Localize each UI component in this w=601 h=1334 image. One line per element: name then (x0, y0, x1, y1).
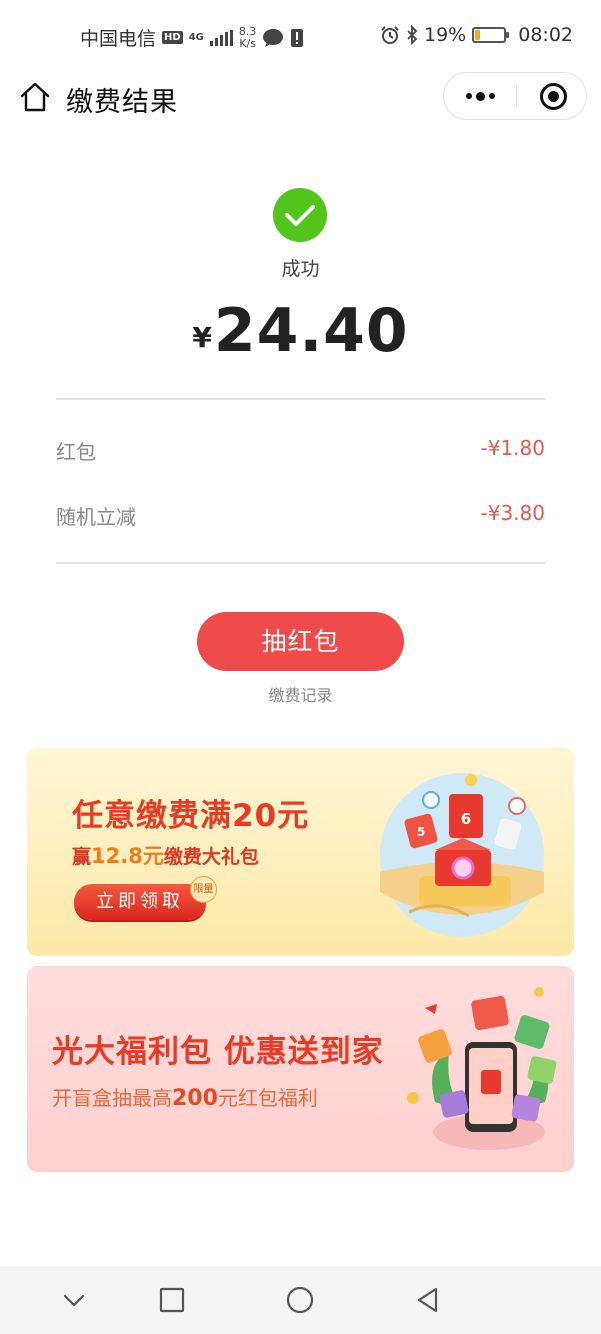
payment-record-link[interactable]: 缴费记录 (0, 682, 601, 706)
battery-percent: 19% (424, 24, 467, 46)
battery-level (475, 30, 481, 40)
battery-icon (472, 27, 510, 43)
currency-symbol: ¥ (192, 321, 212, 354)
claim-now-button[interactable]: 立即领取 (74, 884, 206, 920)
divider (56, 562, 545, 564)
miniprogram-capsule (443, 72, 587, 120)
alarm-icon (381, 26, 399, 44)
bluetooth-icon (407, 25, 418, 45)
promo-banner-welfare[interactable]: 光大福利包 优惠送到家 开盲盒抽最高200元红包福利 (27, 966, 574, 1172)
discount-row-random-off: 随机立减 -¥3.80 (56, 501, 545, 531)
svg-text:5: 5 (417, 825, 425, 839)
status-bar: 中国电信 HD 4G 8.3 K/s 19% 08:02 (0, 0, 601, 72)
page-title: 缴费结果 (66, 87, 178, 118)
status-left: 中国电信 HD 4G 8.3 K/s (80, 24, 304, 51)
network-speed: 8.3 K/s (238, 24, 257, 50)
banner-title: 光大福利包 优惠送到家 (52, 1034, 384, 1070)
home-icon[interactable] (18, 80, 52, 114)
message-icon (263, 28, 284, 47)
status-right: 19% 08:02 (380, 24, 573, 46)
banner-sub-highlight: 12.8元 (91, 844, 164, 868)
limited-badge: 限量 (190, 876, 217, 903)
recent-apps-icon[interactable] (156, 1284, 188, 1316)
more-button[interactable] (444, 73, 516, 119)
discount-value: -¥1.80 (480, 436, 545, 460)
capsule-divider (516, 85, 517, 107)
discount-label: 红包 (56, 440, 96, 464)
banner-sub-prefix: 赢 (72, 846, 92, 868)
amount-value: 24.40 (213, 296, 409, 366)
banner-sub-suffix: 缴费大礼包 (163, 846, 259, 868)
promo-banner-payment-gift[interactable]: 任意缴费满20元 赢12.8元缴费大礼包 立即领取 限量 6 5 (27, 748, 574, 956)
success-check-icon (273, 188, 327, 242)
banner-sub-highlight: 200 (172, 1086, 218, 1111)
speed-value: 8.3 (238, 24, 257, 38)
chevron-down-icon[interactable] (58, 1284, 90, 1316)
close-miniprogram-icon[interactable] (540, 83, 567, 110)
banner-subtitle: 开盲盒抽最高200元红包福利 (52, 1082, 318, 1111)
banner-sub-prefix: 开盲盒抽最高 (52, 1086, 172, 1110)
banner-title: 任意缴费满20元 (72, 798, 310, 834)
banner-sub-suffix: 元红包福利 (217, 1086, 318, 1110)
network-type: 4G (188, 32, 204, 43)
discount-value: -¥3.80 (480, 501, 545, 525)
divider (56, 398, 545, 400)
discount-label: 随机立减 (56, 505, 136, 529)
nav-bar: 缴费结果 (0, 72, 601, 124)
carrier-name: 中国电信 (80, 28, 157, 50)
system-nav-bar (0, 1266, 601, 1334)
gift-box-illustration: 6 5 (380, 773, 544, 937)
hd-icon: HD (162, 31, 183, 44)
banner-subtitle: 赢12.8元缴费大礼包 (72, 840, 259, 870)
discount-row-red-packet: 红包 -¥1.80 (56, 436, 545, 466)
home-circle-icon[interactable] (284, 1284, 316, 1316)
draw-red-packet-button[interactable]: 抽红包 (197, 612, 404, 671)
back-triangle-icon[interactable] (412, 1284, 444, 1316)
payment-status: 成功 (281, 258, 320, 280)
speed-unit: K/s (239, 36, 256, 50)
signal-icon (209, 29, 233, 46)
payment-record-label[interactable]: 缴费记录 (268, 686, 332, 705)
paid-amount: ¥24.40 (0, 296, 601, 366)
phone-coupon-illustration (407, 987, 557, 1150)
clock: 08:02 (518, 24, 573, 46)
alert-icon (291, 28, 304, 47)
svg-text:6: 6 (461, 810, 471, 828)
